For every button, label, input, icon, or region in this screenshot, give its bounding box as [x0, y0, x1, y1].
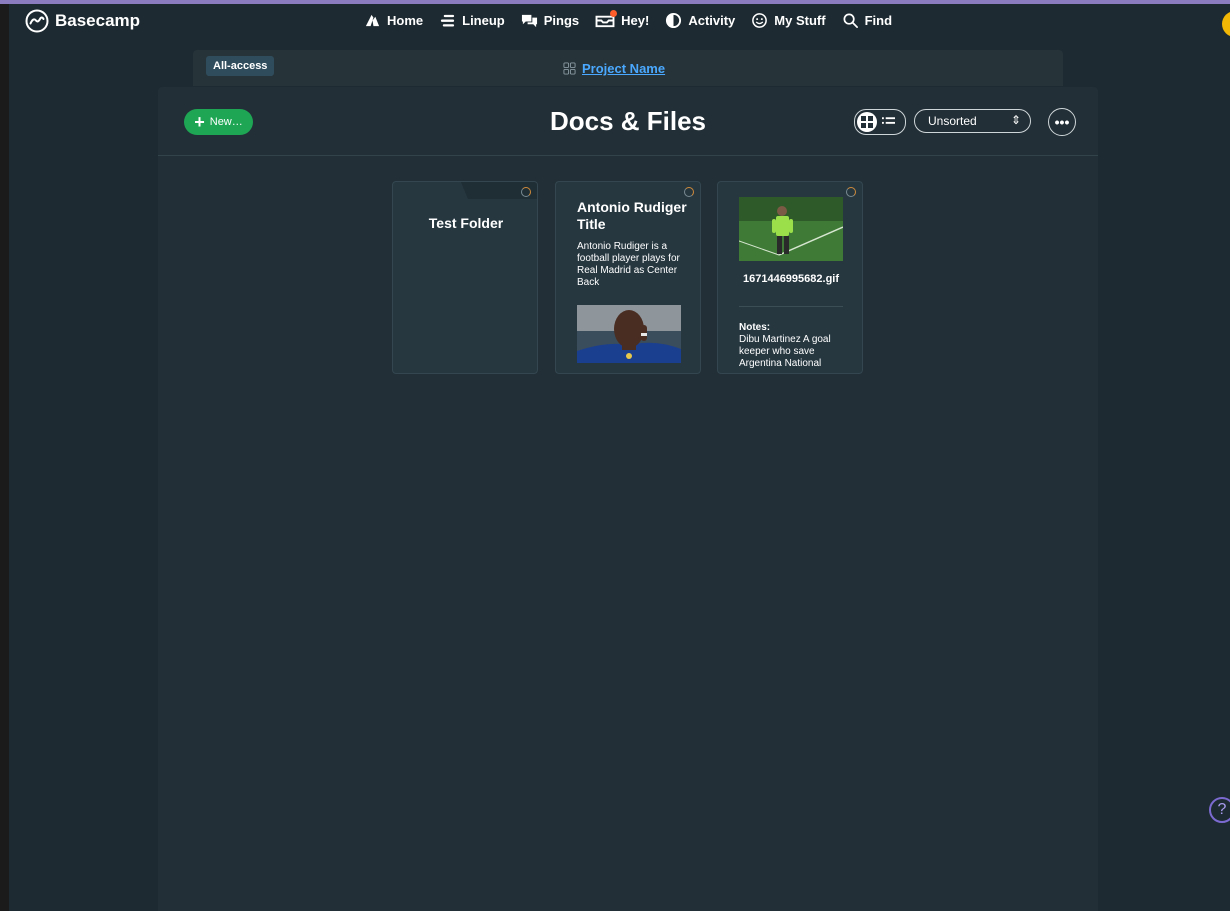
loading-icon	[846, 187, 856, 197]
home-icon	[365, 14, 380, 27]
nav-hey[interactable]: Hey!	[595, 10, 650, 29]
notification-dot	[610, 10, 618, 17]
sort-select[interactable]: Unsorted ⇕	[914, 109, 1031, 133]
project-bar: All-access Project Name	[193, 50, 1063, 86]
divider	[739, 306, 843, 307]
lineup-icon	[441, 14, 455, 27]
nav-my-stuff-label: My Stuff	[774, 13, 826, 28]
loading-icon	[521, 187, 531, 197]
notes-label: Notes:	[739, 322, 771, 333]
document-photo	[577, 305, 681, 363]
view-toggle[interactable]	[854, 109, 906, 135]
question-icon: ?	[1217, 801, 1227, 818]
project-name: Project Name	[582, 61, 666, 76]
select-arrows-icon: ⇕	[1010, 113, 1021, 127]
nav-lineup-label: Lineup	[462, 13, 505, 28]
folder-card[interactable]: Test Folder	[392, 181, 538, 374]
help-button[interactable]: ?	[1209, 797, 1230, 823]
loading-icon	[684, 187, 694, 197]
ellipsis-icon: •••	[1054, 114, 1070, 130]
more-options-button[interactable]: •••	[1048, 108, 1076, 136]
avatar[interactable]: M	[1222, 11, 1230, 37]
file-card[interactable]: 1671446995682.gif Notes: Dibu Martinez A…	[717, 181, 863, 374]
nav-my-stuff[interactable]: My Stuff	[751, 12, 826, 29]
file-name: 1671446995682.gif	[742, 273, 840, 285]
nav-find-label: Find	[864, 13, 893, 28]
hey-icon-wrap	[595, 10, 618, 29]
window-edge	[0, 0, 9, 911]
nav-pings-label: Pings	[543, 13, 580, 28]
nav-activity-label: Activity	[688, 13, 736, 28]
panel-header: + New… Docs & Files Unsorted ⇕ •••	[158, 87, 1098, 156]
document-title: Antonio Rudiger Title	[577, 199, 687, 232]
document-card[interactable]: Antonio Rudiger Title Antonio Rudiger is…	[555, 181, 701, 374]
nav-home-label: Home	[387, 13, 424, 28]
nav-lineup[interactable]: Lineup	[439, 12, 505, 29]
top-navigation-bar: Basecamp Home Lineup Pings Hey! Activity…	[9, 4, 1230, 42]
file-thumbnail	[739, 197, 843, 261]
sort-value: Unsorted	[928, 114, 977, 128]
folder-title: Test Folder	[428, 215, 504, 231]
folder-tab-shape	[393, 182, 537, 199]
basecamp-logo[interactable]: Basecamp	[25, 9, 140, 33]
activity-icon	[666, 12, 682, 29]
file-notes: Dibu Martinez A goal keeper who save Arg…	[739, 334, 831, 369]
nav-hey-label: Hey!	[621, 13, 650, 28]
grid-icon	[861, 116, 873, 128]
project-link[interactable]: Project Name	[563, 61, 665, 76]
nav-pings[interactable]: Pings	[521, 12, 579, 29]
basecamp-logo-icon	[25, 9, 49, 33]
my-stuff-icon	[752, 13, 768, 28]
list-icon	[882, 117, 895, 124]
document-excerpt: Antonio Rudiger is a football player pla…	[577, 241, 680, 288]
project-grid-icon	[563, 62, 576, 75]
app-name: Basecamp	[55, 11, 141, 30]
nav-activity[interactable]: Activity	[665, 12, 735, 29]
search-icon	[843, 13, 858, 28]
list-view-icon[interactable]	[882, 115, 895, 129]
main-nav: Home Lineup Pings Hey! Activity My Stuff…	[364, 10, 908, 29]
all-access-badge: All-access	[206, 56, 275, 76]
nav-find[interactable]: Find	[842, 12, 892, 29]
nav-home[interactable]: Home	[364, 12, 423, 29]
grid-view-icon[interactable]	[857, 112, 877, 132]
pings-icon	[521, 14, 537, 28]
